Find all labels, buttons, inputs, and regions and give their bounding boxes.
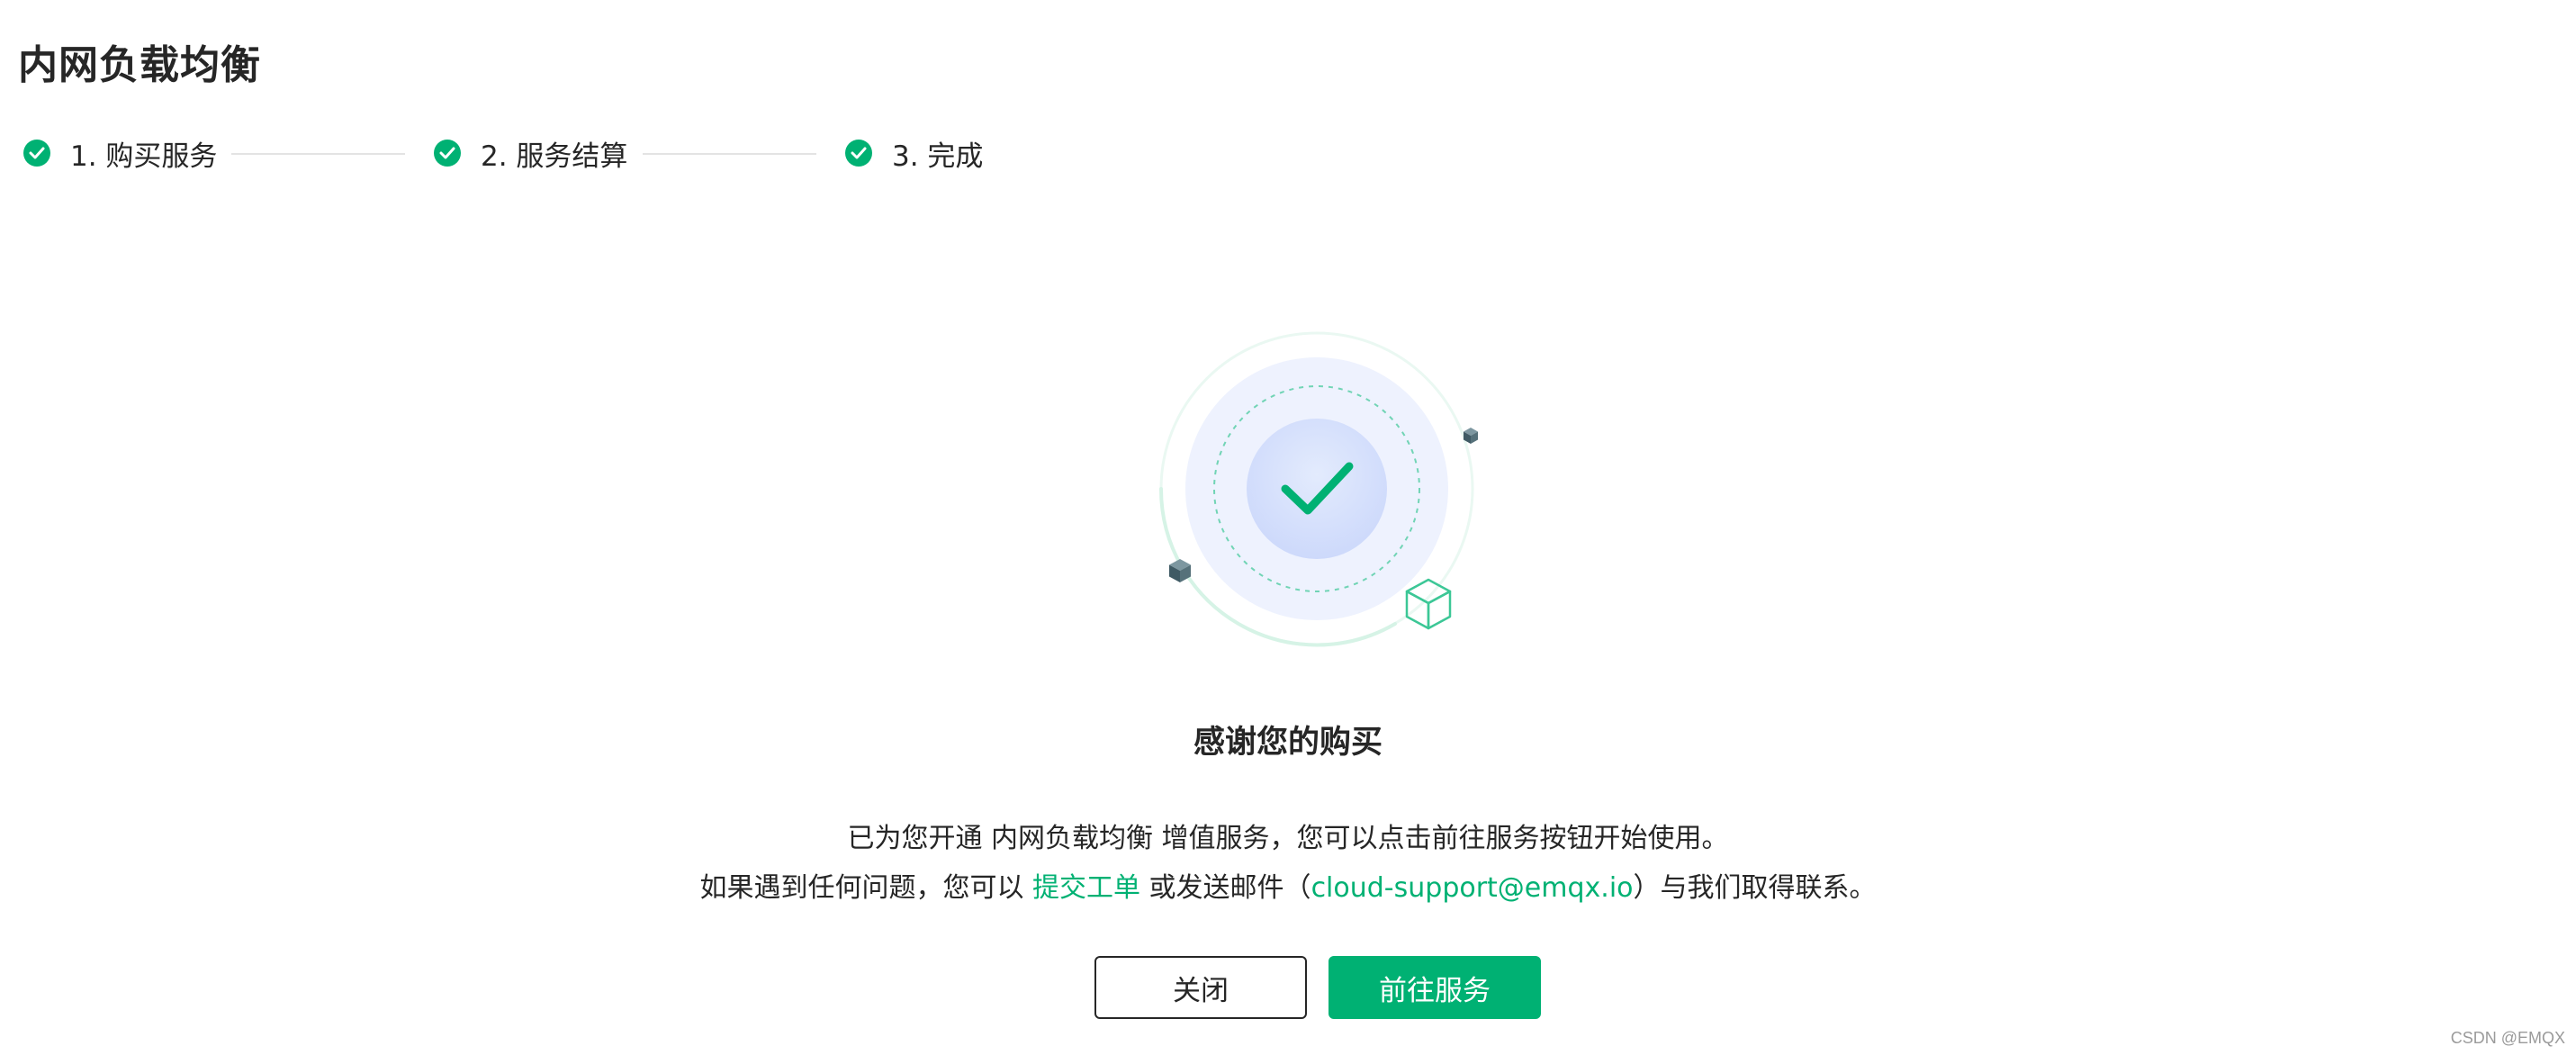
page-title: 内网负载均衡 bbox=[18, 42, 261, 88]
success-illustration bbox=[1143, 324, 1503, 657]
contact-prefix-text: 如果遇到任何问题，您可以 bbox=[699, 872, 1033, 904]
result-contact-line: 如果遇到任何问题，您可以 提交工单 或发送邮件（cloud-support@em… bbox=[0, 865, 2576, 905]
steps-progress: 1. 购买服务 2. 服务结算 3. 完成 bbox=[0, 133, 1080, 173]
step-purchase: 1. 购买服务 bbox=[23, 133, 217, 173]
step-complete: 3. 完成 bbox=[845, 133, 983, 173]
step-divider bbox=[643, 153, 816, 155]
contact-suffix-text: ）与我们取得联系。 bbox=[1633, 872, 1877, 904]
result-title: 感谢您的购买 bbox=[1193, 725, 1383, 761]
submit-ticket-link[interactable]: 提交工单 bbox=[1032, 872, 1140, 904]
contact-middle-text: 或发送邮件（ bbox=[1140, 872, 1311, 904]
check-circle-icon bbox=[23, 140, 50, 167]
go-to-service-button[interactable]: 前往服务 bbox=[1329, 956, 1541, 1019]
result-description: 已为您开通 内网负载均衡 增值服务，您可以点击前往服务按钮开始使用。 bbox=[847, 823, 1729, 854]
success-check-icon bbox=[1247, 419, 1387, 559]
step-checkout: 2. 服务结算 bbox=[434, 133, 627, 173]
step-label: 3. 完成 bbox=[892, 140, 984, 173]
step-label: 1. 购买服务 bbox=[70, 140, 218, 173]
step-divider bbox=[231, 153, 405, 155]
close-button[interactable]: 关闭 bbox=[1094, 956, 1307, 1019]
cube-outline-icon bbox=[1405, 578, 1452, 630]
watermark: CSDN @EMQX bbox=[2450, 1029, 2565, 1047]
check-circle-icon bbox=[434, 140, 461, 167]
support-email-link[interactable]: cloud-support@emqx.io bbox=[1311, 872, 1634, 904]
step-label: 2. 服务结算 bbox=[481, 140, 628, 173]
check-circle-icon bbox=[845, 140, 872, 167]
